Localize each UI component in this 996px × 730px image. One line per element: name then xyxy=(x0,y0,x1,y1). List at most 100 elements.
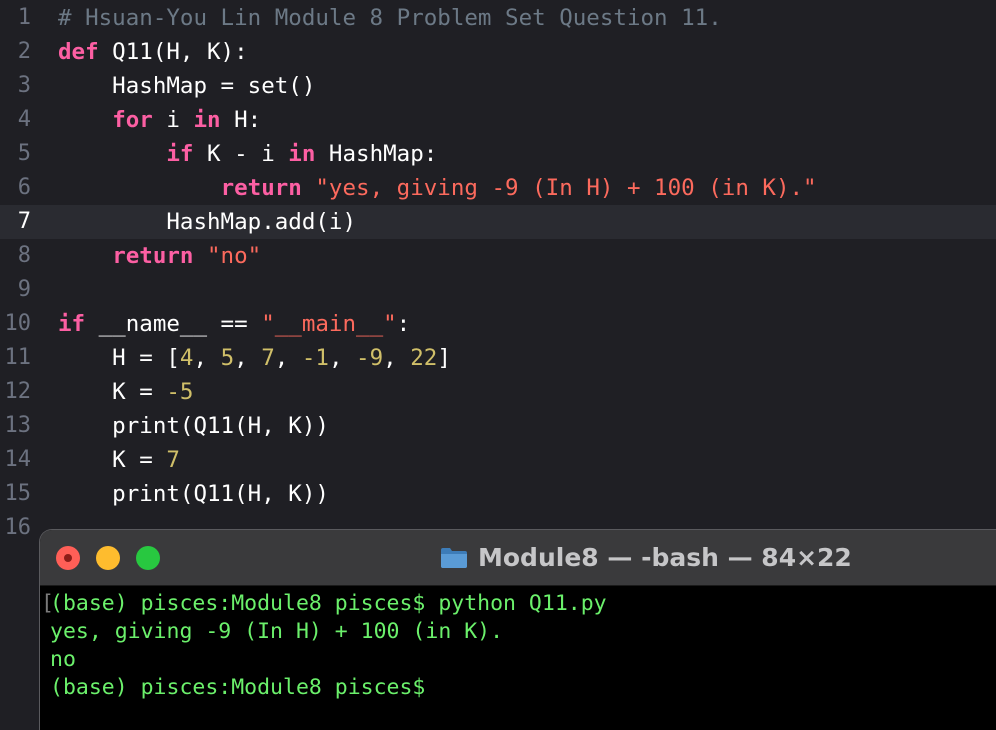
code-token: if xyxy=(58,311,86,337)
code-token: , xyxy=(274,345,302,371)
code-text: def Q11(H, K): xyxy=(58,35,248,69)
line-number: 10 xyxy=(4,311,32,336)
code-token: __name__ == xyxy=(85,311,262,337)
code-token: 22 xyxy=(410,345,438,371)
code-token: , xyxy=(193,345,221,371)
code-token: HashMap: xyxy=(315,141,438,167)
terminal-line: (base) pisces:Module8 pisces$ xyxy=(50,675,426,700)
line-number: 1 xyxy=(17,5,31,30)
code-token: K = xyxy=(58,379,167,405)
code-token: if xyxy=(166,141,194,167)
code-text: if K - i in HashMap: xyxy=(58,137,437,171)
code-token: print(Q11(H, K)) xyxy=(58,481,329,507)
line-number: 12 xyxy=(4,379,32,404)
code-line[interactable]: 12 K = -5 xyxy=(0,375,996,409)
code-token: for xyxy=(112,107,153,133)
code-token: i xyxy=(152,107,194,133)
code-line[interactable]: 11 H = [4, 5, 7, -1, -9, 22] xyxy=(0,341,996,375)
code-token: in xyxy=(288,141,316,167)
line-number: 14 xyxy=(4,447,32,472)
code-token: return xyxy=(112,243,194,269)
code-text: return "no" xyxy=(58,239,261,273)
code-line[interactable]: 10 if __name__ == "__main__": xyxy=(0,307,996,341)
code-token: H: xyxy=(220,107,262,133)
code-line[interactable]: 5 if K - i in HashMap: xyxy=(0,137,996,171)
code-token: , xyxy=(383,345,411,371)
code-token: -5 xyxy=(166,379,194,405)
code-token: "__main__" xyxy=(261,311,397,337)
code-text: K = 7 xyxy=(58,443,180,477)
code-line[interactable]: 7 HashMap.add(i) xyxy=(0,205,996,239)
line-number: 7 xyxy=(17,209,31,234)
code-line[interactable]: 9 xyxy=(0,273,996,307)
code-text: K = -5 xyxy=(58,375,193,409)
code-token: -1 xyxy=(301,345,329,371)
code-text: return "yes, giving -9 (In H) + 100 (in … xyxy=(58,171,817,205)
code-line[interactable]: 4 for i in H: xyxy=(0,103,996,137)
code-line[interactable]: 2 def Q11(H, K): xyxy=(0,35,996,69)
code-token: "no" xyxy=(207,243,262,269)
code-token: , xyxy=(234,345,262,371)
code-text: H = [4, 5, 7, -1, -9, 22] xyxy=(58,341,451,375)
code-line[interactable]: 6 return "yes, giving -9 (In H) + 100 (i… xyxy=(0,171,996,205)
code-text: print(Q11(H, K)) xyxy=(58,409,329,443)
code-line[interactable]: 8 return "no" xyxy=(0,239,996,273)
code-line[interactable]: 3 HashMap = set() xyxy=(0,69,996,103)
code-line[interactable]: 14 K = 7 xyxy=(0,443,996,477)
terminal-line: yes, giving -9 (In H) + 100 (in K). xyxy=(50,619,504,644)
terminal-window[interactable]: Module8 — -bash — 84×22 (base) pisces:Mo… xyxy=(40,530,996,730)
code-token: "yes, giving -9 (In H) + 100 (in K)." xyxy=(315,175,817,201)
code-token: Q11(H, K): xyxy=(98,39,248,65)
code-token: print(Q11(H, K)) xyxy=(58,413,329,439)
code-token: def xyxy=(58,39,99,65)
code-token: ] xyxy=(437,345,451,371)
line-number: 3 xyxy=(17,73,31,98)
code-token: in xyxy=(193,107,221,133)
code-text: for i in H: xyxy=(58,103,261,137)
code-token: # Hsuan-You Lin Module 8 Problem Set Que… xyxy=(58,5,722,31)
code-token: H = [ xyxy=(58,345,180,371)
code-token: , xyxy=(328,345,357,371)
code-token: 5 xyxy=(220,345,235,371)
line-number: 4 xyxy=(17,107,31,132)
code-text: HashMap.add(i) xyxy=(58,205,356,239)
terminal-titlebar[interactable]: Module8 — -bash — 84×22 xyxy=(40,530,996,586)
terminal-line: (base) pisces:Module8 pisces$ python Q11… xyxy=(41,590,607,618)
code-token: 7 xyxy=(261,345,275,371)
code-token: -9 xyxy=(356,345,384,371)
zoom-window-button[interactable] xyxy=(136,546,160,570)
code-text: if __name__ == "__main__": xyxy=(58,307,410,341)
line-number: 2 xyxy=(17,39,31,64)
code-line[interactable]: 1 # Hsuan-You Lin Module 8 Problem Set Qu… xyxy=(0,1,996,35)
close-window-button[interactable] xyxy=(56,546,80,570)
line-number: 5 xyxy=(17,141,31,166)
code-text: HashMap = set() xyxy=(58,69,315,103)
line-number: 6 xyxy=(17,175,31,200)
line-number: 9 xyxy=(17,277,31,302)
minimize-window-button[interactable] xyxy=(96,546,120,570)
code-line[interactable]: 13 print(Q11(H, K)) xyxy=(0,409,996,443)
code-token: HashMap.add(i) xyxy=(58,209,357,235)
code-token: return xyxy=(220,175,302,201)
code-line[interactable]: 15 print(Q11(H, K)) xyxy=(0,477,996,511)
code-token: HashMap = set() xyxy=(58,73,316,99)
line-number: 15 xyxy=(4,481,32,506)
line-number: 16 xyxy=(4,515,32,540)
terminal-line: no xyxy=(50,647,76,672)
code-text: # Hsuan-You Lin Module 8 Problem Set Que… xyxy=(58,1,722,35)
line-number: 11 xyxy=(4,345,32,370)
code-token: 4 xyxy=(179,345,194,371)
terminal-title: Module8 — -bash — 84×22 xyxy=(478,543,852,572)
line-number: 13 xyxy=(4,413,32,438)
code-token: 7 xyxy=(166,447,180,473)
code-token: K = xyxy=(58,447,167,473)
terminal-title-group: Module8 — -bash — 84×22 xyxy=(440,530,852,585)
line-number: 8 xyxy=(17,243,31,268)
folder-icon xyxy=(440,547,468,569)
code-token: : xyxy=(396,311,411,337)
code-text: print(Q11(H, K)) xyxy=(58,477,329,511)
